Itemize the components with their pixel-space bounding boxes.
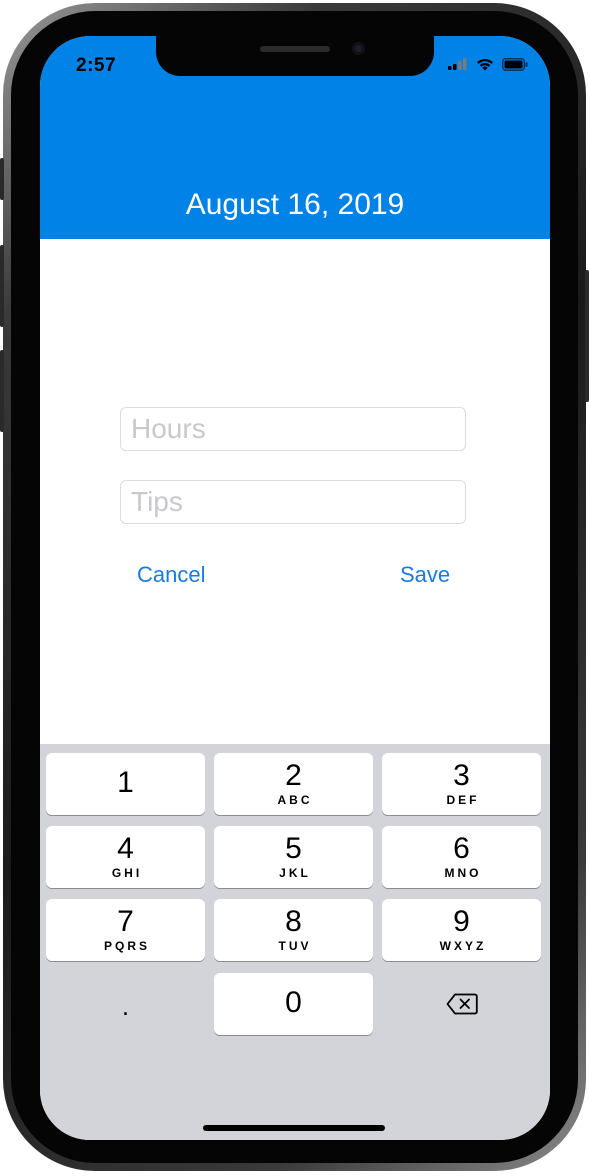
home-indicator[interactable] [203, 1125, 385, 1131]
hours-field[interactable] [120, 407, 466, 451]
key-letters: PQRS [103, 939, 150, 953]
key-1[interactable]: 1 [46, 753, 205, 815]
key-letters: TUV [278, 939, 312, 953]
key-letters: ABC [277, 793, 313, 807]
battery-icon [502, 57, 528, 71]
key-8[interactable]: 8 TUV [214, 899, 373, 961]
tips-input[interactable] [121, 481, 465, 523]
key-2[interactable]: 2 ABC [214, 753, 373, 815]
cancel-button[interactable]: Cancel [137, 562, 205, 588]
key-0[interactable]: 0 [214, 973, 373, 1035]
mute-switch [0, 158, 4, 200]
key-digit: 0 [285, 986, 302, 1019]
notch [156, 36, 434, 76]
power-button [585, 270, 589, 402]
front-camera [352, 42, 365, 55]
key-digit: 9 [453, 905, 470, 938]
screen: 2:57 August 16, 2019 Cancel Save [40, 36, 550, 1140]
key-digit: 1 [117, 766, 134, 799]
key-letters: JKL [279, 866, 311, 880]
key-letters: MNO [444, 866, 482, 880]
wifi-icon [477, 58, 493, 70]
delete-backspace-icon [446, 993, 478, 1015]
page-title: August 16, 2019 [185, 188, 405, 221]
key-digit: 5 [285, 832, 302, 865]
tips-field[interactable] [120, 480, 466, 524]
key-digit: 4 [117, 832, 134, 865]
key-6[interactable]: 6 MNO [382, 826, 541, 888]
speaker-grille [260, 46, 330, 52]
key-digit: 2 [285, 759, 302, 792]
key-decimal[interactable]: . [46, 973, 205, 1035]
numeric-keypad: 1 2 ABC 3 DEF 4 GHI 5 JKL 6 MNO 7 PQRS 8… [40, 744, 550, 1140]
volume-down-button [0, 350, 4, 432]
key-letters: DEF [446, 793, 480, 807]
key-5[interactable]: 5 JKL [214, 826, 373, 888]
key-digit: 3 [453, 759, 470, 792]
key-3[interactable]: 3 DEF [382, 753, 541, 815]
key-delete[interactable] [382, 973, 541, 1035]
key-digit: 8 [285, 905, 302, 938]
cellular-signal-icon [448, 58, 467, 70]
key-letters: GHI [111, 866, 143, 880]
key-letters: WXYZ [439, 939, 487, 953]
key-7[interactable]: 7 PQRS [46, 899, 205, 961]
key-4[interactable]: 4 GHI [46, 826, 205, 888]
key-digit: 6 [453, 832, 470, 865]
key-9[interactable]: 9 WXYZ [382, 899, 541, 961]
save-button[interactable]: Save [400, 562, 450, 588]
key-digit: 7 [117, 905, 134, 938]
key-decimal-label: . [121, 991, 130, 1021]
status-time: 2:57 [76, 55, 117, 76]
volume-up-button [0, 245, 4, 327]
hours-input[interactable] [121, 408, 465, 450]
status-icons [448, 56, 528, 72]
